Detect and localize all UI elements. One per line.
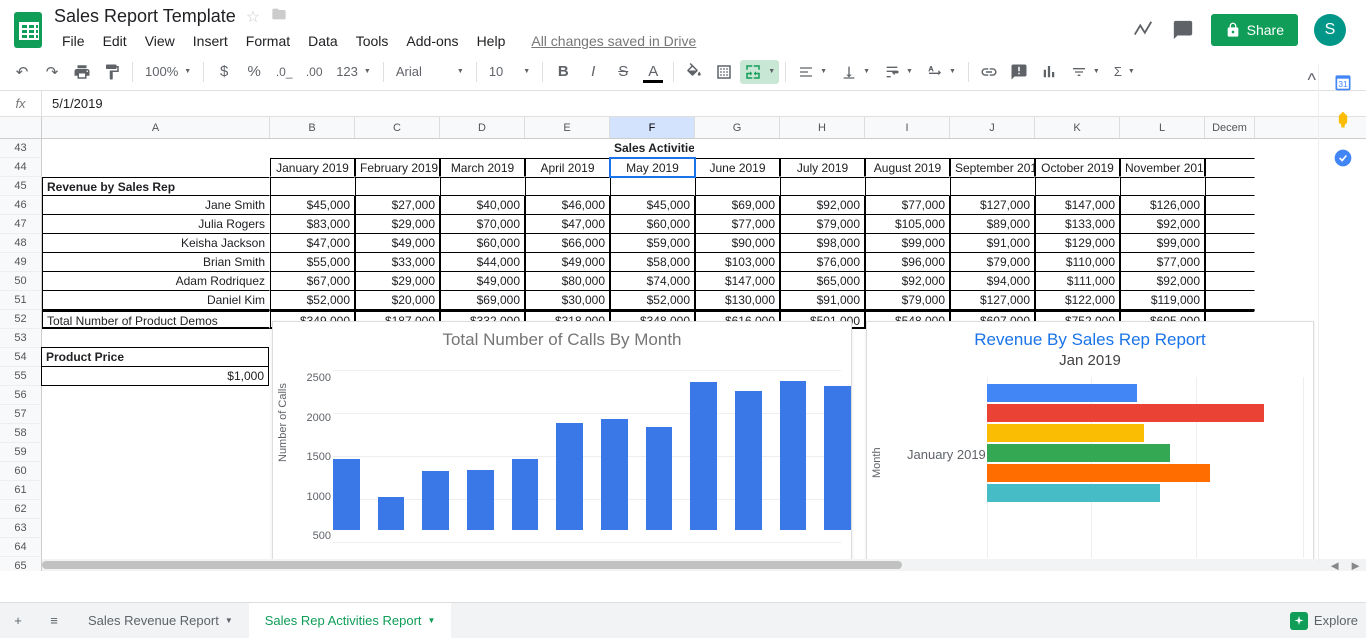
menu-bar: File Edit View Insert Format Data Tools … [48, 27, 1131, 53]
folder-icon[interactable] [270, 6, 288, 27]
paint-format-icon[interactable] [98, 58, 126, 86]
merge-cells-icon[interactable]: ▼ [740, 60, 779, 84]
chart-title: Revenue By Sales Rep Report [867, 330, 1313, 350]
undo-icon[interactable]: ↶ [8, 58, 36, 86]
sheet-tabs-bar: + ≡ Sales Revenue Report▼ Sales Rep Acti… [0, 602, 1366, 638]
sheets-logo[interactable] [8, 10, 48, 50]
menu-help[interactable]: Help [469, 29, 514, 53]
v-align-icon[interactable]: ▼ [835, 64, 876, 80]
comments-icon[interactable] [1171, 18, 1195, 42]
star-icon[interactable]: ☆ [246, 7, 260, 27]
h-align-icon[interactable]: ▼ [792, 64, 833, 80]
formula-bar: fx 5/1/2019 [0, 91, 1366, 117]
collapse-toolbar-icon[interactable]: ^ [1308, 70, 1316, 91]
zoom-select[interactable]: 100%▼ [139, 64, 197, 79]
filter-icon[interactable]: ▼ [1065, 64, 1106, 80]
save-status[interactable]: All changes saved in Drive [523, 29, 704, 53]
bold-icon[interactable]: B [549, 58, 577, 86]
tasks-icon[interactable] [1333, 148, 1353, 168]
italic-icon[interactable]: I [579, 58, 607, 86]
decimal-decrease-icon[interactable]: .0_ [270, 58, 298, 86]
share-label: Share [1247, 22, 1284, 38]
share-button[interactable]: Share [1211, 14, 1298, 46]
chart-subtitle: Jan 2019 [867, 352, 1313, 369]
currency-icon[interactable]: $ [210, 58, 238, 86]
y-axis-label: Month [871, 447, 883, 478]
explore-icon [1290, 612, 1308, 630]
font-select[interactable]: Arial▼ [390, 64, 470, 79]
menu-data[interactable]: Data [300, 29, 346, 53]
text-color-icon[interactable]: A [639, 58, 667, 86]
redo-icon[interactable]: ↷ [38, 58, 66, 86]
menu-file[interactable]: File [54, 29, 93, 53]
number-format-select[interactable]: 123▼ [330, 64, 377, 79]
menu-insert[interactable]: Insert [185, 29, 236, 53]
menu-addons[interactable]: Add-ons [398, 29, 466, 53]
menu-format[interactable]: Format [238, 29, 298, 53]
menu-tools[interactable]: Tools [348, 29, 397, 53]
borders-icon[interactable] [710, 58, 738, 86]
document-title[interactable]: Sales Report Template [54, 6, 236, 27]
keep-icon[interactable] [1333, 110, 1353, 130]
link-icon[interactable] [975, 58, 1003, 86]
formula-value[interactable]: 5/1/2019 [42, 96, 103, 111]
lock-icon [1225, 22, 1241, 38]
strikethrough-icon[interactable]: S [609, 58, 637, 86]
toolbar: ↶ ↷ 100%▼ $ % .0_ .00 123▼ Arial▼ 10▼ B … [0, 53, 1366, 91]
spreadsheet-grid[interactable]: ABCDEFGHIJKLDecem 43Sales Activities Rep… [0, 117, 1366, 571]
category-label: January 2019 [907, 447, 986, 462]
functions-icon[interactable]: Σ▼ [1108, 64, 1141, 79]
y-axis-label: Number of Calls [277, 383, 289, 462]
side-panel: 31 [1318, 64, 1366, 564]
fx-icon[interactable]: fx [0, 91, 42, 116]
horizontal-scrollbar[interactable]: ◄► [42, 559, 1366, 571]
decimal-increase-icon[interactable]: .00 [300, 58, 328, 86]
chart-icon[interactable] [1035, 58, 1063, 86]
tab-sales-rep-activities[interactable]: Sales Rep Activities Report▼ [249, 603, 452, 638]
explore-button[interactable]: Explore [1290, 612, 1358, 630]
svg-text:31: 31 [1338, 79, 1348, 89]
fill-color-icon[interactable] [680, 58, 708, 86]
menu-edit[interactable]: Edit [95, 29, 135, 53]
activity-icon[interactable] [1131, 18, 1155, 42]
account-avatar[interactable]: S [1314, 14, 1346, 46]
font-size-select[interactable]: 10▼ [483, 64, 536, 79]
chart-calls-by-month[interactable]: Total Number of Calls By Month Number of… [272, 321, 852, 567]
comment-icon[interactable] [1005, 58, 1033, 86]
text-wrap-icon[interactable]: ▼ [878, 64, 919, 80]
text-rotate-icon[interactable]: ▼ [921, 64, 962, 80]
all-sheets-icon[interactable]: ≡ [36, 603, 72, 638]
menu-view[interactable]: View [137, 29, 183, 53]
title-bar: Sales Report Template ☆ File Edit View I… [0, 0, 1366, 53]
chart-revenue-by-rep[interactable]: Revenue By Sales Rep Report Jan 2019 Mon… [866, 321, 1314, 567]
tab-sales-revenue[interactable]: Sales Revenue Report▼ [72, 603, 249, 638]
percent-icon[interactable]: % [240, 58, 268, 86]
add-sheet-icon[interactable]: + [0, 603, 36, 638]
chart-title: Total Number of Calls By Month [273, 330, 851, 350]
calendar-icon[interactable]: 31 [1333, 72, 1353, 92]
print-icon[interactable] [68, 58, 96, 86]
